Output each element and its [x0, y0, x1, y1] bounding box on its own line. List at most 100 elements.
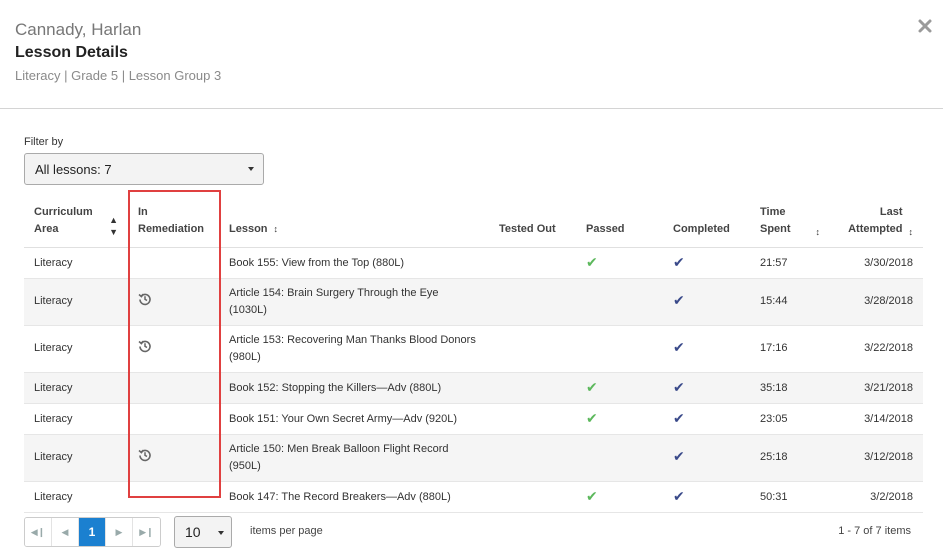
checkmark-icon: ✔ [673, 379, 685, 395]
page-size-value: 10 [185, 524, 201, 540]
cell-time-spent: 23:05 [750, 403, 830, 435]
cell-completed: ✔ [663, 325, 750, 373]
column-header-in-remediation: In Remediation [128, 196, 219, 248]
cell-time-spent: 17:16 [750, 325, 830, 373]
per-page-label: items per page [250, 525, 323, 537]
cell-passed [576, 278, 663, 326]
cell-time-spent: 35:18 [750, 372, 830, 404]
cell-tested-out [489, 372, 576, 404]
column-header-lesson[interactable]: Lesson ↕ [219, 196, 489, 248]
table-row[interactable]: Literacy Article 153: Recovering Man Than… [24, 325, 923, 373]
page-title: Lesson Details [15, 44, 128, 61]
breadcrumb-subtitle: Literacy | Grade 5 | Lesson Group 3 [15, 68, 222, 83]
sort-icon[interactable]: ↕ [909, 226, 914, 238]
page-button-1[interactable]: 1 [79, 518, 106, 546]
cell-lesson: Article 150: Men Break Balloon Flight Re… [219, 434, 489, 482]
table-body: Literacy Book 155: View from the Top (880… [24, 247, 923, 513]
cell-lesson: Article 154: Brain Surgery Through the E… [219, 278, 489, 326]
table-row[interactable]: Literacy Article 150: Men Break Balloon F… [24, 434, 923, 482]
table-row[interactable]: Literacy Book 151: Your Own Secret Army—A… [24, 403, 923, 435]
modal-header: Cannady, Harlan Lesson Details Literacy … [0, 0, 943, 109]
table-row[interactable]: Literacy Book 155: View from the Top (880… [24, 247, 923, 279]
cell-tested-out [489, 325, 576, 373]
cell-tested-out [489, 434, 576, 482]
cell-time-spent: 50:31 [750, 481, 830, 513]
cell-curriculum-area: Literacy [24, 434, 128, 482]
cell-time-spent: 25:18 [750, 434, 830, 482]
cell-last-attempted: 3/12/2018 [830, 434, 923, 482]
cell-completed: ✔ [663, 247, 750, 279]
cell-last-attempted: 3/14/2018 [830, 403, 923, 435]
items-count: 1 - 7 of 7 items [838, 525, 911, 537]
cell-remediation [128, 372, 219, 404]
lesson-table: Curriculum Area ▲ ▼ In Remediation Lesson ↕ … [24, 196, 923, 513]
cell-lesson: Book 155: View from the Top (880L) [219, 247, 489, 279]
last-page-icon[interactable]: ▶❙ [133, 518, 160, 546]
student-name: Cannady, Harlan [15, 20, 142, 39]
cell-completed: ✔ [663, 481, 750, 513]
first-page-icon[interactable]: ◀❙ [25, 518, 52, 546]
cell-last-attempted: 3/21/2018 [830, 372, 923, 404]
cell-time-spent: 21:57 [750, 247, 830, 279]
column-header-completed: Completed [663, 196, 750, 248]
cell-passed: ✔ [576, 481, 663, 513]
cell-time-spent: 15:44 [750, 278, 830, 326]
filter-dropdown[interactable]: All lessons: 7 [24, 153, 264, 185]
table-row[interactable]: Literacy Article 154: Brain Surgery Throu… [24, 278, 923, 326]
cell-remediation [128, 481, 219, 513]
cell-curriculum-area: Literacy [24, 481, 128, 513]
cell-lesson: Book 152: Stopping the Killers—Adv (880L… [219, 372, 489, 404]
checkmark-icon: ✔ [673, 254, 685, 270]
cell-remediation [128, 247, 219, 279]
checkmark-icon: ✔ [673, 339, 685, 355]
checkmark-icon: ✔ [673, 292, 685, 308]
sort-icon[interactable]: ↕ [274, 224, 279, 234]
table-header-row: Curriculum Area ▲ ▼ In Remediation Lesson ↕ … [24, 196, 923, 248]
caret-down-icon [218, 531, 224, 535]
cell-curriculum-area: Literacy [24, 278, 128, 326]
history-icon [138, 340, 152, 356]
page-size-dropdown[interactable]: 10 [174, 516, 232, 548]
column-header-last-attempted[interactable]: Last Attempted ↕ [830, 196, 923, 248]
checkmark-icon: ✔ [673, 448, 685, 464]
column-header-curriculum-area[interactable]: Curriculum Area ▲ ▼ [24, 196, 128, 248]
cell-passed [576, 325, 663, 373]
cell-tested-out [489, 403, 576, 435]
checkmark-icon: ✔ [673, 488, 685, 504]
table-row[interactable]: Literacy Book 152: Stopping the Killers—A… [24, 372, 923, 404]
cell-remediation [128, 278, 219, 326]
column-header-time-spent[interactable]: Time Spent ↕ [750, 196, 830, 248]
pagination: ◀❙ ◀ 1 ▶ ▶❙ [24, 517, 161, 547]
previous-page-icon[interactable]: ◀ [52, 518, 79, 546]
filter-label: Filter by [24, 136, 64, 148]
caret-down-icon [248, 167, 254, 171]
cell-tested-out [489, 278, 576, 326]
cell-passed: ✔ [576, 403, 663, 435]
cell-curriculum-area: Literacy [24, 247, 128, 279]
cell-curriculum-area: Literacy [24, 372, 128, 404]
cell-completed: ✔ [663, 278, 750, 326]
table-row[interactable]: Literacy Book 147: The Record Breakers—Ad… [24, 481, 923, 513]
next-page-icon[interactable]: ▶ [106, 518, 133, 546]
sort-icon[interactable]: ▲ ▼ [109, 214, 118, 238]
cell-curriculum-area: Literacy [24, 403, 128, 435]
history-icon [138, 293, 152, 309]
column-header-passed: Passed [576, 196, 663, 248]
cell-tested-out [489, 481, 576, 513]
cell-lesson: Book 151: Your Own Secret Army—Adv (920L… [219, 403, 489, 435]
cell-completed: ✔ [663, 403, 750, 435]
checkmark-icon: ✔ [673, 410, 685, 426]
column-header-tested-out: Tested Out [489, 196, 576, 248]
cell-lesson: Book 147: The Record Breakers—Adv (880L) [219, 481, 489, 513]
sort-icon[interactable]: ↕ [816, 226, 821, 238]
cell-last-attempted: 3/2/2018 [830, 481, 923, 513]
cell-last-attempted: 3/22/2018 [830, 325, 923, 373]
close-icon[interactable] [917, 18, 933, 34]
cell-last-attempted: 3/30/2018 [830, 247, 923, 279]
checkmark-icon: ✔ [586, 379, 598, 395]
cell-remediation [128, 434, 219, 482]
cell-remediation [128, 325, 219, 373]
checkmark-icon: ✔ [586, 410, 598, 426]
cell-remediation [128, 403, 219, 435]
cell-completed: ✔ [663, 434, 750, 482]
